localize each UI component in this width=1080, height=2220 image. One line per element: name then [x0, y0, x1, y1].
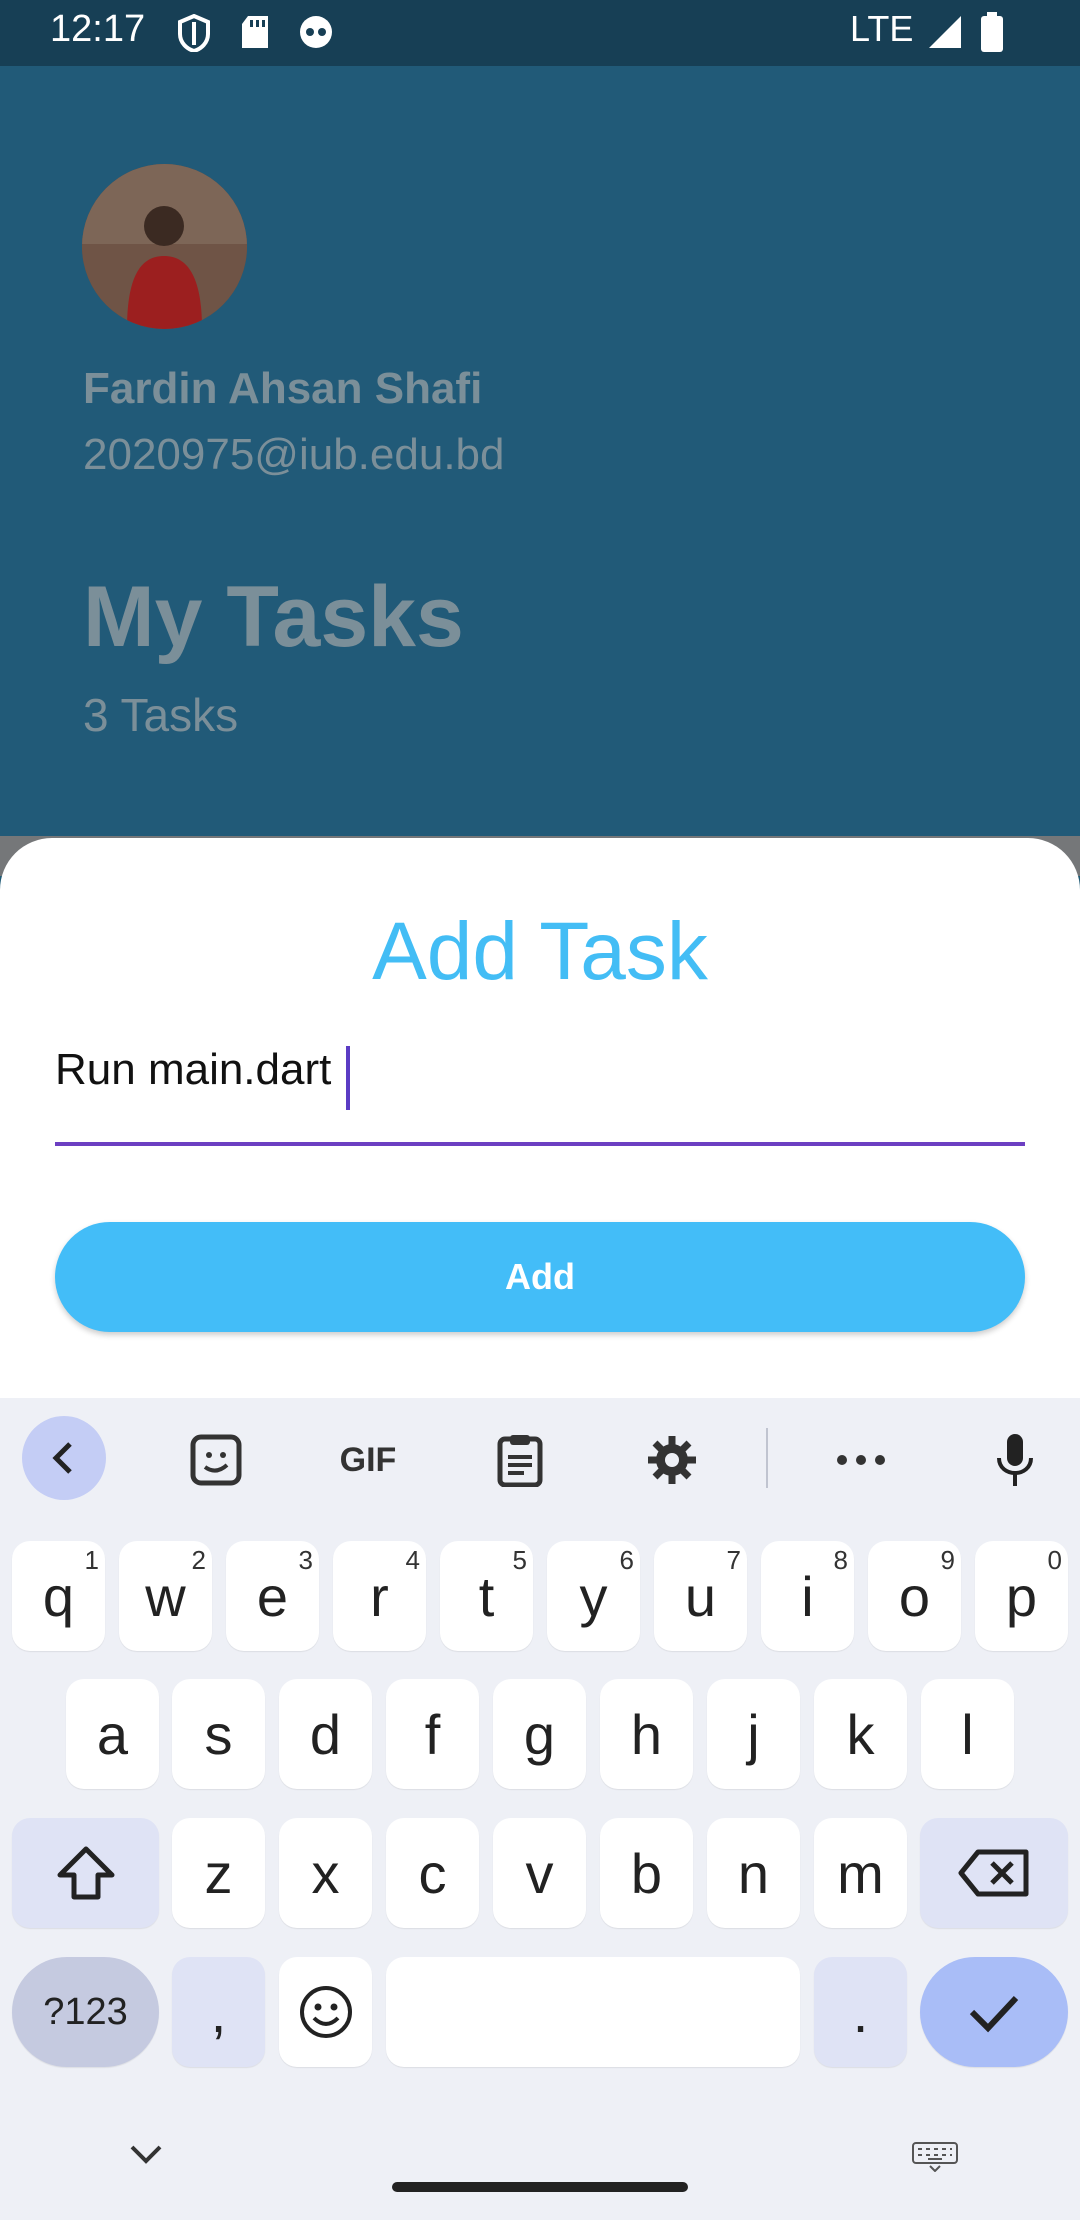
sticker-icon — [190, 1434, 242, 1486]
key-s[interactable]: s — [172, 1679, 265, 1789]
key-label: u — [684, 1564, 717, 1628]
clipboard-icon — [497, 1435, 543, 1487]
key-hint: 1 — [84, 1545, 99, 1575]
keyboard-back-button[interactable] — [22, 1416, 106, 1500]
key-hint: 5 — [512, 1545, 527, 1575]
shift-icon — [57, 1846, 114, 1900]
hide-keyboard-icon[interactable] — [128, 2142, 164, 2166]
more-icon — [837, 1455, 885, 1465]
space-key[interactable] — [386, 1957, 800, 2067]
key-label: o — [898, 1564, 931, 1628]
shift-key[interactable] — [12, 1818, 159, 1928]
key-a[interactable]: a — [66, 1679, 159, 1789]
chevron-left-icon — [52, 1442, 72, 1474]
enter-key[interactable] — [920, 1957, 1068, 2067]
mic-icon — [997, 1434, 1033, 1486]
battery-icon — [981, 12, 1003, 52]
add-button[interactable]: Add — [55, 1222, 1025, 1332]
backspace-icon — [958, 1849, 1029, 1897]
task-count: 3 Tasks — [83, 689, 239, 741]
status-bar: 12:17 LTE — [0, 0, 1080, 66]
emoji-key[interactable] — [279, 1957, 372, 2067]
key-d[interactable]: d — [279, 1679, 372, 1789]
key-x[interactable]: x — [279, 1818, 372, 1928]
key-label: t — [478, 1564, 495, 1628]
key-e[interactable]: e3 — [226, 1541, 319, 1651]
key-t[interactable]: t5 — [440, 1541, 533, 1651]
key-hint: 0 — [1047, 1545, 1062, 1575]
user-email: 2020975@iub.edu.bd — [83, 430, 505, 479]
comma-key[interactable]: , — [172, 1957, 265, 2067]
gear-icon — [648, 1436, 696, 1484]
key-k[interactable]: k — [814, 1679, 907, 1789]
key-hint: 2 — [191, 1545, 206, 1575]
key-label: e — [256, 1564, 289, 1628]
avatar-photo-icon — [82, 164, 247, 329]
app-notification-icon — [300, 16, 332, 48]
period-key[interactable]: . — [814, 1957, 907, 2067]
gif-button[interactable]: GIF — [328, 1420, 408, 1500]
key-f[interactable]: f — [386, 1679, 479, 1789]
sd-card-icon — [242, 16, 268, 48]
emoji-icon — [299, 1986, 352, 2038]
key-hint: 4 — [405, 1545, 420, 1575]
network-type: LTE — [850, 8, 914, 49]
keyboard — [0, 1398, 1080, 2220]
backspace-key[interactable] — [920, 1818, 1068, 1928]
key-y[interactable]: y6 — [547, 1541, 640, 1651]
user-name: Fardin Ahsan Shafi — [83, 364, 483, 413]
key-label: y — [579, 1564, 608, 1628]
key-m[interactable]: m — [814, 1818, 907, 1928]
settings-button[interactable] — [632, 1420, 712, 1500]
key-hint: 7 — [726, 1545, 741, 1575]
key-label: q — [42, 1564, 75, 1628]
keyboard-switch-icon[interactable] — [912, 2142, 958, 2172]
sticker-button[interactable] — [176, 1420, 256, 1500]
key-h[interactable]: h — [600, 1679, 693, 1789]
key-p[interactable]: p0 — [975, 1541, 1068, 1651]
symbols-key[interactable]: ?123 — [12, 1957, 159, 2067]
key-label: w — [145, 1564, 186, 1628]
signal-icon — [929, 16, 961, 48]
key-n[interactable]: n — [707, 1818, 800, 1928]
key-v[interactable]: v — [493, 1818, 586, 1928]
check-icon — [969, 1995, 1019, 2033]
key-j[interactable]: j — [707, 1679, 800, 1789]
key-hint: 6 — [619, 1545, 634, 1575]
avatar — [82, 164, 247, 329]
more-button[interactable] — [821, 1420, 901, 1500]
key-label: p — [1005, 1564, 1038, 1628]
key-w[interactable]: w2 — [119, 1541, 212, 1651]
mic-button[interactable] — [975, 1420, 1055, 1500]
key-l[interactable]: l — [921, 1679, 1014, 1789]
key-q[interactable]: q1 — [12, 1541, 105, 1651]
shield-icon — [178, 14, 210, 52]
task-input[interactable] — [55, 1040, 1025, 1100]
input-underline — [55, 1142, 1025, 1146]
key-hint: 3 — [298, 1545, 313, 1575]
key-r[interactable]: r4 — [333, 1541, 426, 1651]
key-u[interactable]: u7 — [654, 1541, 747, 1651]
key-b[interactable]: b — [600, 1818, 693, 1928]
key-label: r — [370, 1564, 389, 1628]
key-o[interactable]: o9 — [868, 1541, 961, 1651]
status-time: 12:17 — [50, 8, 146, 50]
page-title: My Tasks — [83, 569, 464, 665]
key-c[interactable]: c — [386, 1818, 479, 1928]
sheet-title: Add Task — [372, 906, 708, 997]
toolbar-divider — [766, 1428, 768, 1488]
key-label: i — [801, 1564, 814, 1628]
key-z[interactable]: z — [172, 1818, 265, 1928]
key-g[interactable]: g — [493, 1679, 586, 1789]
clipboard-button[interactable] — [480, 1420, 560, 1500]
text-cursor — [346, 1046, 350, 1110]
key-hint: 8 — [833, 1545, 848, 1575]
home-indicator[interactable] — [392, 2182, 688, 2192]
key-hint: 9 — [940, 1545, 955, 1575]
key-i[interactable]: i8 — [761, 1541, 854, 1651]
